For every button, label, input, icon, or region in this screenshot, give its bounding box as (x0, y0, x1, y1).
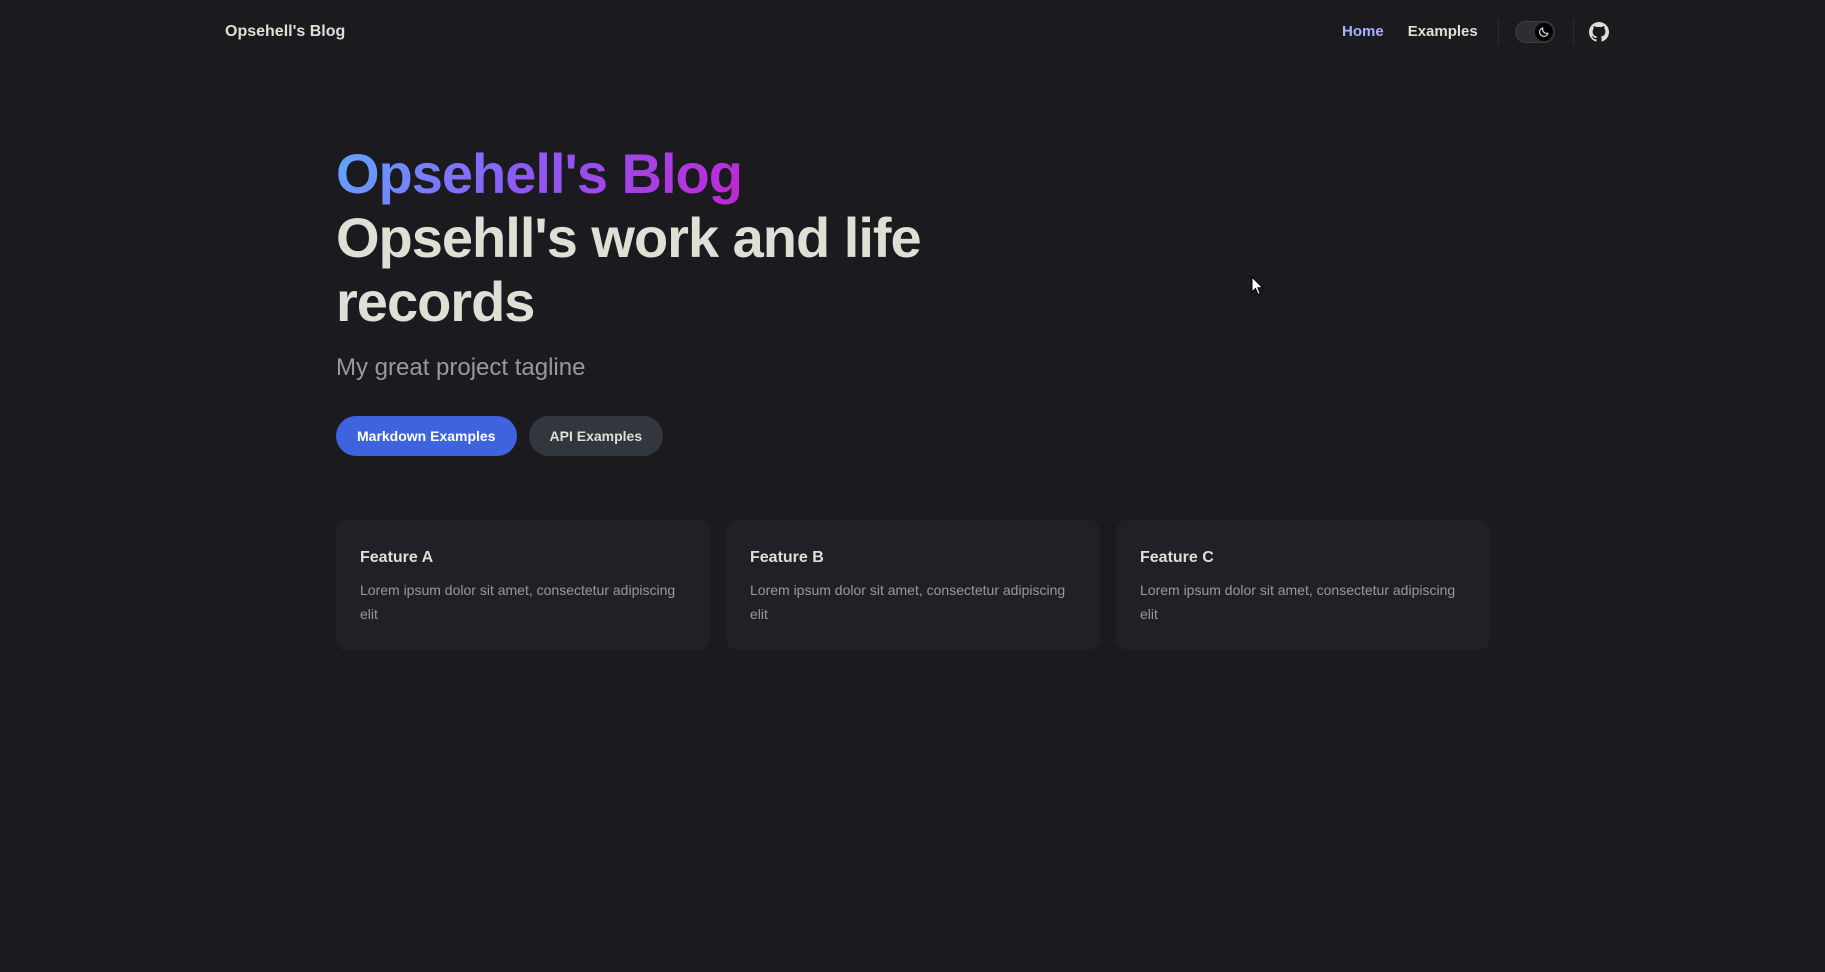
api-examples-button[interactable]: API Examples (528, 416, 664, 456)
theme-toggle-switch[interactable] (1514, 21, 1555, 43)
hero-actions: Markdown Examples API Examples (336, 416, 976, 456)
features-section: Feature A Lorem ipsum dolor sit amet, co… (336, 520, 1490, 650)
feature-card: Feature C Lorem ipsum dolor sit amet, co… (1116, 520, 1490, 650)
feature-card: Feature B Lorem ipsum dolor sit amet, co… (726, 520, 1100, 650)
nav-divider (1572, 20, 1574, 44)
feature-details: Lorem ipsum dolor sit amet, consectetur … (1140, 582, 1456, 622)
hero-tagline: My great project tagline (336, 354, 586, 381)
feature-card: Feature A Lorem ipsum dolor sit amet, co… (336, 520, 710, 650)
nav-link-examples[interactable]: Examples (1396, 20, 1490, 44)
feature-title: Feature C (1140, 549, 1214, 566)
hero-text: Opsehll's work and life records (336, 206, 922, 333)
feature-title: Feature B (750, 549, 824, 566)
hero-name: Opsehell's Blog (336, 142, 743, 205)
feature-details: Lorem ipsum dolor sit amet, consectetur … (750, 582, 1066, 622)
github-icon[interactable] (1588, 21, 1610, 43)
moon-icon (1534, 23, 1553, 41)
mouse-pointer-icon (1251, 275, 1265, 301)
nav-menu: Home Examples (1330, 20, 1610, 44)
feature-details: Lorem ipsum dolor sit amet, consectetur … (360, 582, 676, 622)
site-title-link[interactable]: Opsehell's Blog (225, 20, 345, 44)
nav-link-home[interactable]: Home (1330, 20, 1396, 44)
feature-title: Feature A (360, 549, 434, 566)
markdown-examples-button[interactable]: Markdown Examples (336, 416, 517, 456)
navbar: Opsehell's Blog Home Examples (0, 0, 1825, 64)
hero-section: Opsehell's Blog Opsehll's work and life … (336, 142, 976, 456)
nav-divider (1497, 20, 1499, 44)
